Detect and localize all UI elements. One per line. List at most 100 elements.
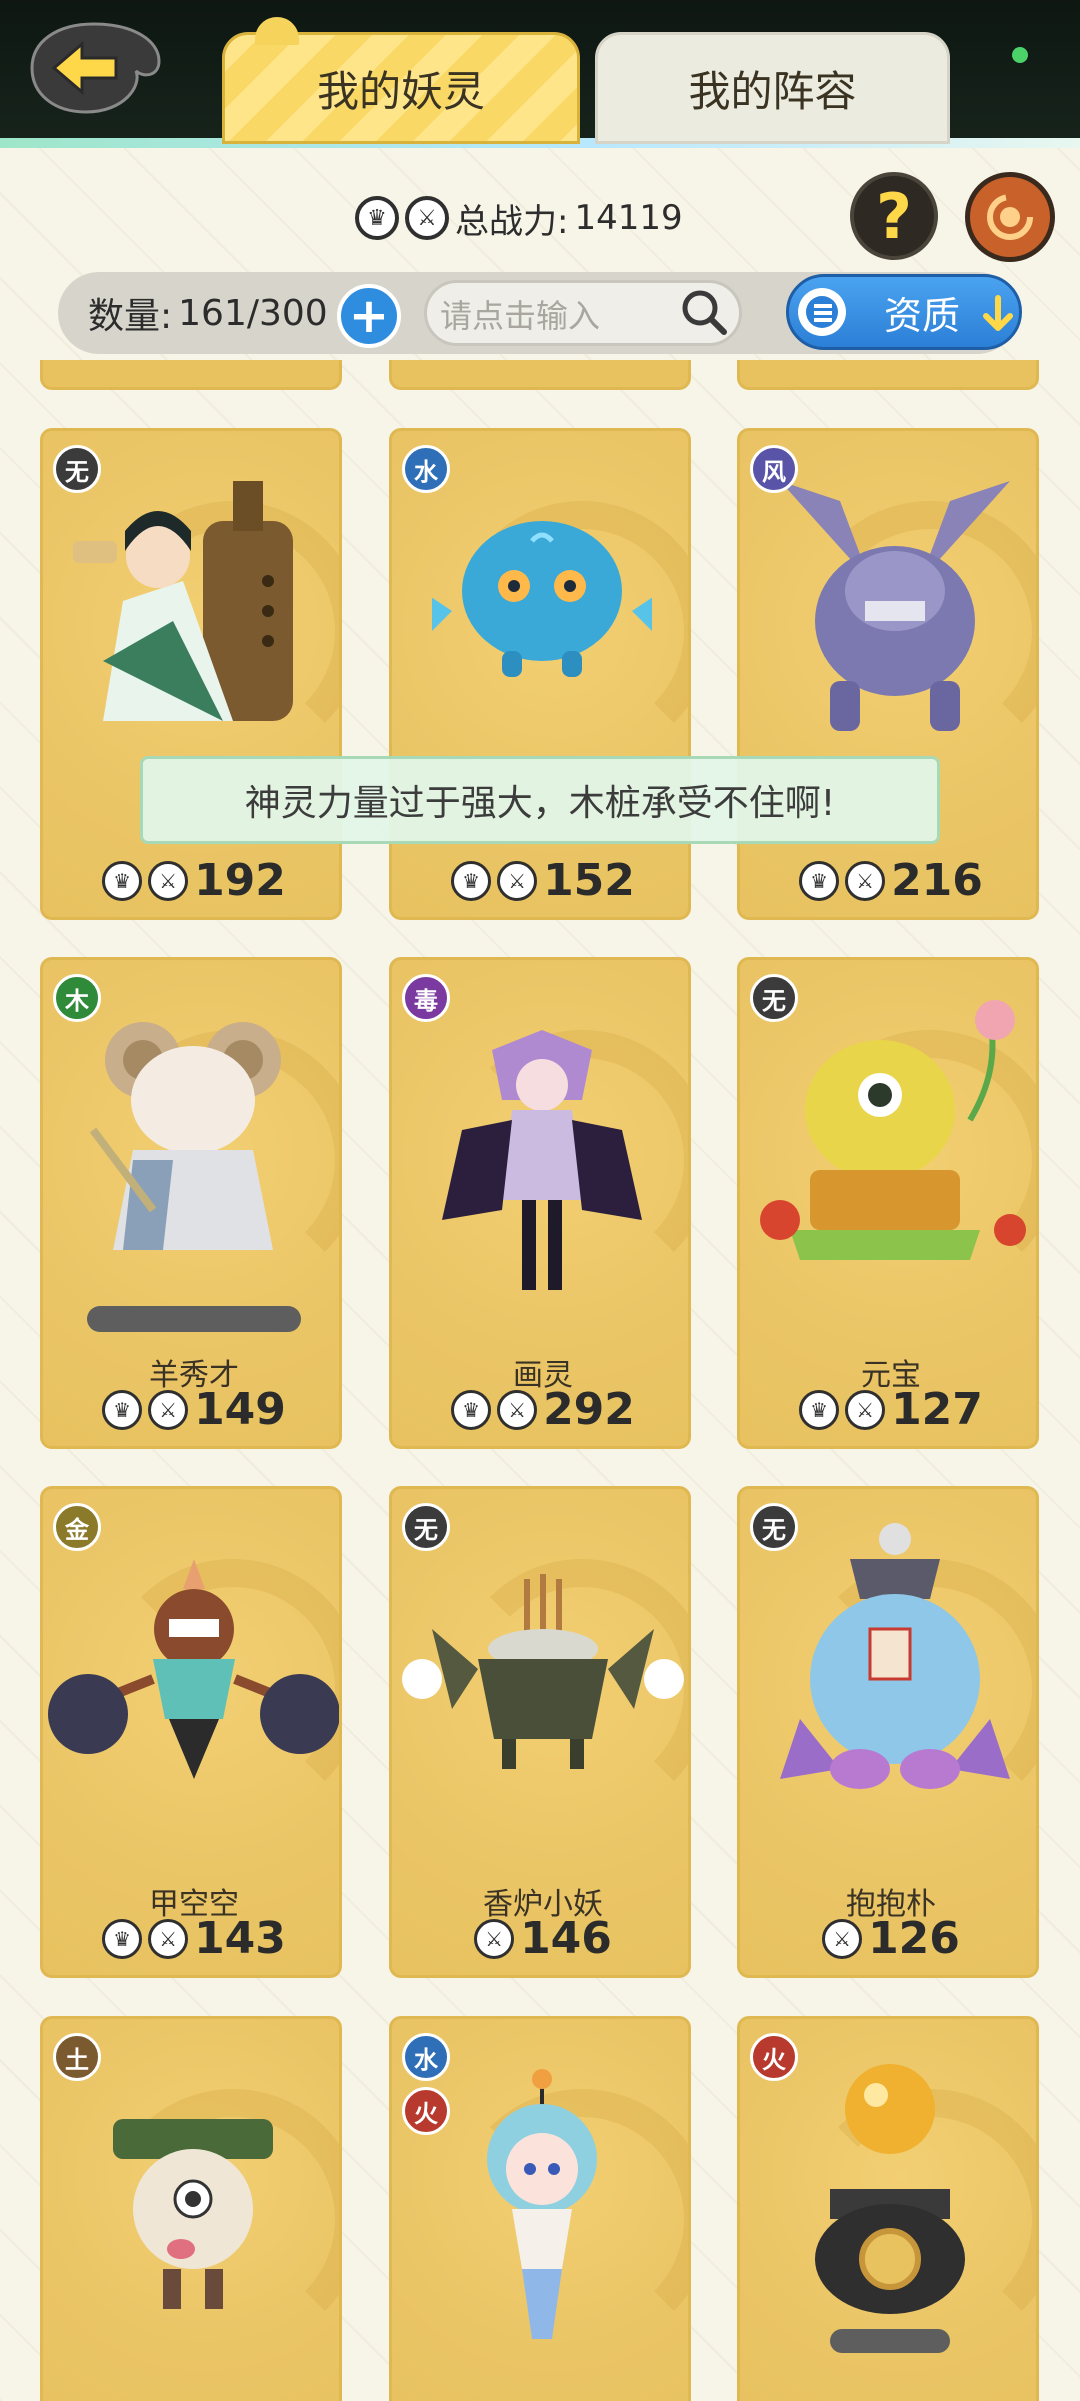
card-power: ♛ ⚔ 192	[43, 855, 339, 906]
spirit-figure-bell-girl	[73, 481, 293, 721]
card-power: ⚔ 146	[392, 1913, 688, 1964]
element-badge: 无	[750, 1503, 798, 1551]
element-badge: 金	[53, 1503, 101, 1551]
spirit-card[interactable]: 无 元宝 ♛ ⚔ 127	[737, 957, 1039, 1449]
help-button[interactable]: ?	[850, 172, 938, 260]
element-badge: 火	[750, 2033, 798, 2081]
spirit-figure-one-eyed-fur	[113, 2119, 273, 2309]
element-badge: 风	[750, 445, 798, 493]
sword-icon: ⚔	[405, 196, 449, 240]
back-button[interactable]	[24, 16, 164, 126]
card-power: ♛ ⚔ 216	[740, 855, 1036, 906]
status-bar	[87, 1306, 301, 1332]
search-placeholder: 请点击输入	[440, 297, 601, 335]
spirit-card[interactable]: 水 火	[389, 2016, 691, 2401]
sword-icon: ⚔	[822, 1918, 863, 1959]
element-badge: 无	[402, 1503, 450, 1551]
card-power-value: 143	[194, 1913, 286, 1964]
spirit-figure-blue-fish	[432, 521, 652, 677]
spirit-figure-yuanbao	[760, 1000, 1026, 1260]
element-badge: 水	[402, 445, 450, 493]
card-power: ♛ ⚔ 149	[43, 1384, 339, 1435]
card-power-value: 146	[520, 1913, 612, 1964]
element-badge: 毒	[402, 974, 450, 1022]
card-partial	[389, 360, 691, 390]
element-badge: 无	[53, 445, 101, 493]
element-badge: 无	[750, 974, 798, 1022]
element-badge: 水	[402, 2033, 450, 2081]
card-partial	[737, 360, 1039, 390]
crown-icon: ♛	[102, 860, 143, 901]
card-power: ⚔ 126	[740, 1913, 1036, 1964]
count-value: 161/300	[178, 292, 328, 334]
status-dot	[1012, 47, 1028, 63]
tab-my-spirits[interactable]: 我的妖灵	[222, 17, 580, 144]
search-icon[interactable]	[676, 284, 732, 340]
crown-icon: ♛	[451, 1389, 492, 1430]
card-power-value: 192	[194, 855, 286, 906]
card-power: ♛ ⚔ 127	[740, 1384, 1036, 1435]
spirit-figure-ram-scholar	[89, 1022, 281, 1250]
sword-icon: ⚔	[148, 860, 189, 901]
total-power-value: 14119	[574, 198, 683, 238]
card-power: ♛ ⚔ 152	[392, 855, 688, 906]
card-power-value: 127	[891, 1384, 983, 1435]
total-power: ♛ ⚔ 总战力: 14119	[355, 190, 683, 246]
toast-message: 神灵力量过于强大，木桩承受不住啊!	[140, 756, 940, 844]
crown-icon: ♛	[102, 1918, 143, 1959]
card-power-value: 149	[194, 1384, 286, 1435]
refresh-icon	[987, 194, 1033, 240]
quality-label: 资质	[884, 293, 961, 338]
spirit-figure-mermaid-girl	[487, 2069, 597, 2339]
back-arrow-icon	[30, 22, 161, 114]
spirit-card[interactable]: 金 甲空空 ♛ ⚔ 143	[40, 1486, 342, 1978]
element-badge: 木	[53, 974, 101, 1022]
spirit-figure-baobaopu	[780, 1523, 1010, 1789]
spirit-card[interactable]: 火	[737, 2016, 1039, 2401]
spirit-figure-censer-imp	[402, 1574, 684, 1769]
card-power-value: 292	[543, 1384, 635, 1435]
spirit-figure-bat-beast	[780, 481, 1010, 731]
sword-icon: ⚔	[845, 1389, 886, 1430]
crown-icon: ♛	[799, 860, 840, 901]
sword-icon: ⚔	[148, 1389, 189, 1430]
spirit-card[interactable]: 木 羊秀才 ♛ ⚔ 149	[40, 957, 342, 1449]
sword-icon: ⚔	[148, 1918, 189, 1959]
sword-icon: ⚔	[845, 860, 886, 901]
card-power: ♛ ⚔ 292	[392, 1384, 688, 1435]
sort-down-icon	[978, 292, 1018, 336]
tab-my-lineup[interactable]: 我的阵容	[595, 32, 950, 144]
spirit-card[interactable]: 无 香炉小妖 ⚔ 146	[389, 1486, 691, 1978]
card-power-value: 126	[868, 1913, 960, 1964]
spirit-card[interactable]: 无 抱抱朴 ⚔ 126	[737, 1486, 1039, 1978]
tab-label: 我的妖灵	[316, 66, 485, 116]
crown-icon: ♛	[451, 860, 492, 901]
spirit-figure-jiakongkong	[48, 1559, 339, 1779]
question-icon: ?	[876, 179, 912, 253]
total-power-label: 总战力:	[455, 201, 569, 242]
card-power-value: 152	[543, 855, 635, 906]
card-power-value: 216	[891, 855, 983, 906]
element-badge: 土	[53, 2033, 101, 2081]
spirit-card[interactable]: 风 ♛ ⚔ 216	[737, 428, 1039, 920]
card-power: ♛ ⚔ 143	[43, 1913, 339, 1964]
quality-icon	[792, 284, 852, 340]
spirit-card[interactable]: 水 ♛ ⚔ 152	[389, 428, 691, 920]
spirit-figure-painting-girl	[442, 1030, 642, 1290]
spirit-card[interactable]: 土	[40, 2016, 342, 2401]
spirit-card[interactable]: 毒 画灵 ♛ ⚔ 292	[389, 957, 691, 1449]
add-capacity-button[interactable]: +	[337, 284, 401, 348]
spirit-card[interactable]: 无 ♛ ⚔ 192	[40, 428, 342, 920]
sword-icon: ⚔	[497, 860, 538, 901]
element-badge-secondary: 火	[402, 2087, 450, 2135]
crown-icon: ♛	[799, 1389, 840, 1430]
spirit-figure-pot-orb	[815, 2064, 965, 2353]
toast-text: 神灵力量过于强大，木桩承受不住啊!	[244, 783, 836, 824]
refresh-button[interactable]	[965, 172, 1055, 262]
plus-icon: +	[348, 288, 390, 344]
crown-icon: ♛	[355, 196, 399, 240]
crown-icon: ♛	[102, 1389, 143, 1430]
sword-icon: ⚔	[497, 1389, 538, 1430]
card-partial	[40, 360, 342, 390]
tab-label: 我的阵容	[688, 66, 857, 116]
